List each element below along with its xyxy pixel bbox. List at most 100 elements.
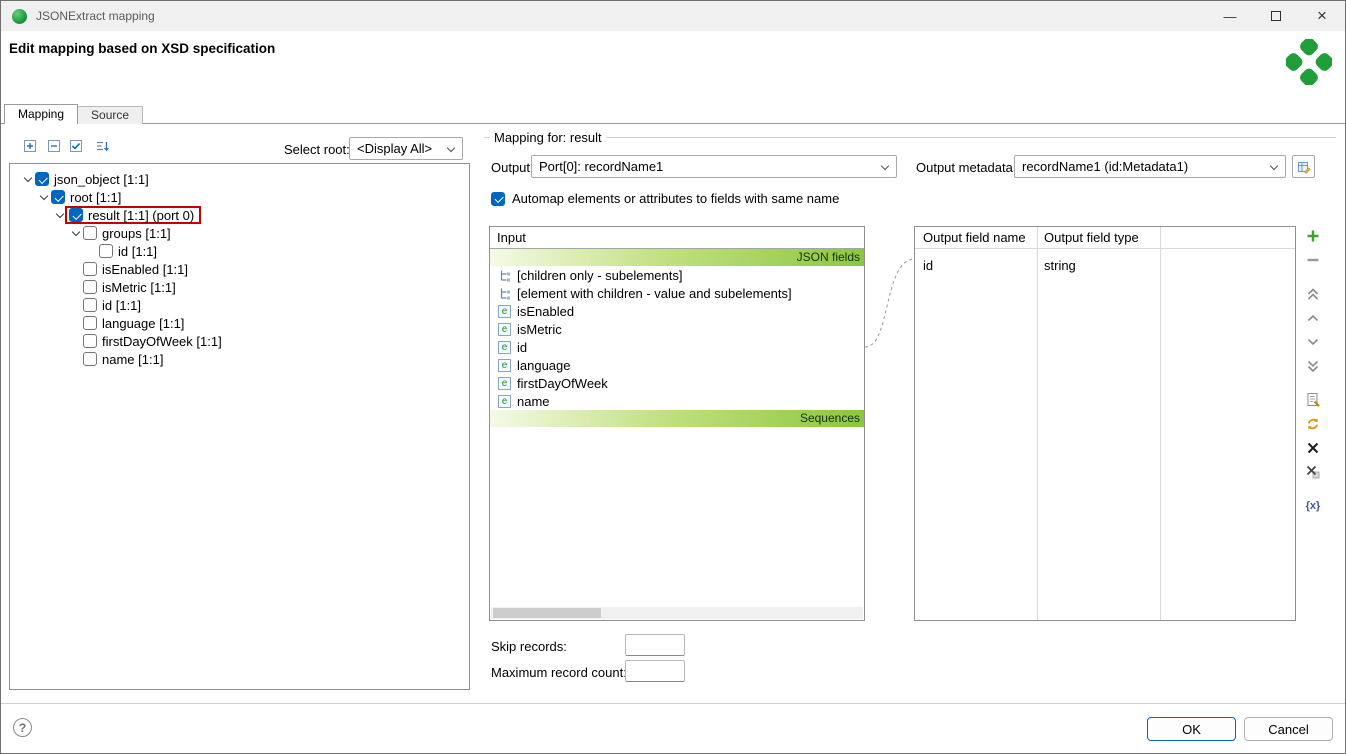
chevron-down-icon[interactable]	[39, 191, 47, 199]
tree-item[interactable]: json_object [1:1]	[10, 170, 469, 188]
tree-item[interactable]: firstDayOfWeek [1:1]	[10, 332, 469, 350]
tree-checkbox[interactable]	[83, 226, 97, 240]
output-metadata-combo[interactable]: recordName1 (id:Metadata1)	[1014, 155, 1286, 178]
expand-all-button[interactable]	[21, 137, 39, 155]
tree-item[interactable]: groups [1:1]	[10, 224, 469, 242]
move-top-button[interactable]	[1304, 285, 1322, 303]
maximize-button[interactable]	[1253, 1, 1299, 31]
tree-checkbox[interactable]	[83, 352, 97, 366]
minimize-button[interactable]: —	[1207, 1, 1253, 31]
chevron-down-icon[interactable]	[55, 209, 63, 217]
add-field-button[interactable]	[1304, 227, 1322, 245]
input-field-item[interactable]: [children only - subelements]	[490, 266, 864, 284]
close-button[interactable]: ×	[1299, 1, 1345, 31]
input-field-item[interactable]: e isEnabled	[490, 302, 864, 320]
tree-checkbox[interactable]	[69, 208, 83, 222]
input-field-item[interactable]: e id	[490, 338, 864, 356]
json-fields-band: JSON fields	[490, 249, 864, 266]
tree-checkbox[interactable]	[83, 262, 97, 276]
input-field-item[interactable]: [element with children - value and subel…	[490, 284, 864, 302]
tree-item[interactable]: isEnabled [1:1]	[10, 260, 469, 278]
x-icon	[1305, 440, 1321, 456]
edit-metadata-icon	[1296, 159, 1312, 175]
tree-item[interactable]: id [1:1]	[10, 296, 469, 314]
output-metadata-label: Output metadata:	[916, 160, 1016, 175]
input-field-item[interactable]: e isMetric	[490, 320, 864, 338]
tree-item[interactable]: root [1:1]	[10, 188, 469, 206]
refresh-arrows-icon	[1305, 416, 1321, 432]
input-field-item[interactable]: e firstDayOfWeek	[490, 374, 864, 392]
window-title: JSONExtract mapping	[36, 9, 155, 23]
input-field-item[interactable]: e name	[490, 392, 864, 410]
skip-records-input[interactable]	[625, 634, 685, 656]
tree-checkbox[interactable]	[51, 190, 65, 204]
x-clear-icon	[1305, 464, 1321, 480]
plus-box-icon	[22, 138, 38, 154]
minus-box-icon	[46, 138, 62, 154]
document-edit-icon	[1305, 392, 1321, 408]
minus-icon	[1305, 252, 1321, 268]
chevron-down-icon[interactable]	[23, 173, 31, 181]
expression-button[interactable]: {x}	[1304, 497, 1322, 515]
tree-item[interactable]: language [1:1]	[10, 314, 469, 332]
tab-source[interactable]: Source	[78, 106, 143, 124]
chevron-down-icon	[881, 162, 889, 170]
edit-metadata-button[interactable]	[1292, 155, 1315, 178]
element-icon: e	[498, 377, 511, 390]
title-bar: JSONExtract mapping — ×	[1, 1, 1345, 31]
structure-icon	[498, 287, 511, 300]
plus-icon	[1305, 228, 1321, 244]
select-root-combo[interactable]: <Display All>	[349, 137, 463, 160]
tree-order-button[interactable]	[93, 137, 111, 155]
check-subtree-button[interactable]	[67, 137, 85, 155]
remove-field-button[interactable]	[1304, 251, 1322, 269]
dialog-heading: Edit mapping based on XSD specification	[9, 41, 275, 56]
edit-mapping-button[interactable]	[1304, 391, 1322, 409]
column-divider	[1160, 227, 1161, 620]
tab-bar: Mapping Source	[4, 104, 143, 124]
ok-button[interactable]: OK	[1147, 717, 1236, 741]
automap-button[interactable]	[1304, 415, 1322, 433]
move-down-button[interactable]	[1304, 333, 1322, 351]
max-record-count-input[interactable]	[625, 660, 685, 682]
max-record-count-label: Maximum record count:	[491, 665, 627, 680]
tree-checkbox[interactable]	[83, 334, 97, 348]
tree-checkbox[interactable]	[35, 172, 49, 186]
input-item-label: firstDayOfWeek	[517, 376, 608, 391]
tree-checkbox[interactable]	[83, 316, 97, 330]
tree-item[interactable]: name [1:1]	[10, 350, 469, 368]
tree-item-label: language [1:1]	[102, 316, 184, 331]
input-item-label: name	[517, 394, 550, 409]
group-border	[484, 137, 1336, 138]
automap-label: Automap elements or attributes to fields…	[512, 191, 839, 206]
chevron-down-icon	[1305, 334, 1321, 350]
move-up-button[interactable]	[1304, 309, 1322, 327]
scrollbar-thumb[interactable]	[493, 608, 601, 618]
chevron-down-icon[interactable]	[71, 227, 79, 235]
tree-checkbox[interactable]	[99, 244, 113, 258]
tree-item-label: id [1:1]	[118, 244, 157, 259]
clear-mappings-button[interactable]	[1304, 463, 1322, 481]
tree-item[interactable]: id [1:1]	[10, 242, 469, 260]
input-field-item[interactable]: e language	[490, 356, 864, 374]
help-button[interactable]: ?	[13, 718, 32, 737]
tree-item-selected[interactable]: result [1:1] (port 0)	[10, 206, 469, 224]
move-bottom-button[interactable]	[1304, 357, 1322, 375]
cancel-button[interactable]: Cancel	[1244, 717, 1333, 741]
mapping-group-title: Mapping for: result	[490, 130, 606, 145]
output-port-combo[interactable]: Port[0]: recordName1	[531, 155, 897, 178]
app-icon	[12, 9, 27, 24]
collapse-all-button[interactable]	[45, 137, 63, 155]
tree-checkbox[interactable]	[83, 298, 97, 312]
automap-checkbox[interactable]	[491, 192, 505, 206]
table-row[interactable]: id string	[915, 255, 1295, 275]
tab-mapping[interactable]: Mapping	[4, 104, 78, 124]
chevron-up-icon	[1305, 310, 1321, 326]
xsd-tree-panel: json_object [1:1] root [1:1] result [1:1…	[9, 163, 470, 690]
tree-item[interactable]: isMetric [1:1]	[10, 278, 469, 296]
output-metadata-value: recordName1 (id:Metadata1)	[1022, 159, 1188, 174]
table-header-row: Output field name Output field type	[915, 227, 1295, 249]
delete-mapping-button[interactable]	[1304, 439, 1322, 457]
chevron-double-down-icon	[1305, 358, 1321, 374]
tree-checkbox[interactable]	[83, 280, 97, 294]
